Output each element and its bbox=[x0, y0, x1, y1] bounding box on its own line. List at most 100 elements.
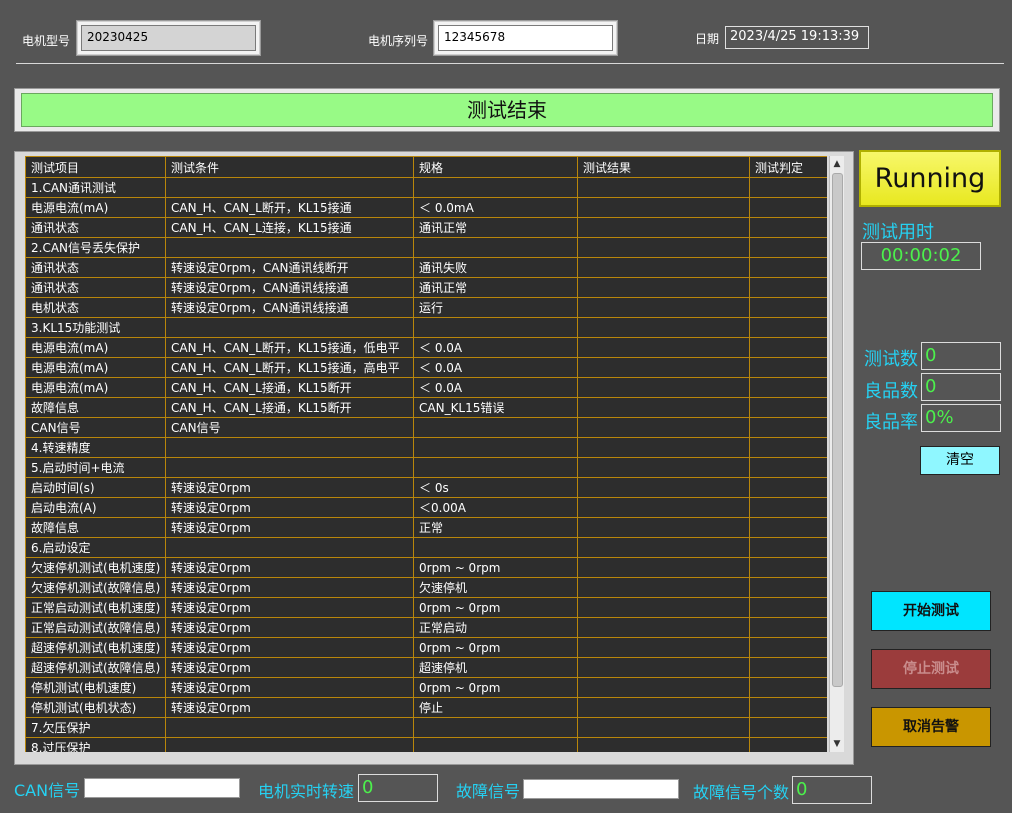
cell-result bbox=[577, 357, 750, 378]
motor-serial-input[interactable]: 12345678 bbox=[438, 25, 613, 51]
cell-condition: CAN_H、CAN_L连接，KL15接通 bbox=[165, 217, 414, 238]
cell-condition: CAN_H、CAN_L断开，KL15接通 bbox=[165, 197, 414, 218]
cell-verdict bbox=[749, 257, 827, 278]
table-row: 故障信息 转速设定0rpm 正常 bbox=[25, 517, 827, 538]
table-row: 正常启动测试(电机速度) 转速设定0rpm 0rpm ~ 0rpm bbox=[25, 597, 827, 618]
table-scrollbar[interactable]: ▲ ▼ bbox=[829, 156, 844, 752]
cell-condition bbox=[165, 437, 414, 458]
scroll-down-icon[interactable]: ▼ bbox=[830, 737, 844, 751]
cell-verdict bbox=[749, 657, 827, 678]
cell-verdict bbox=[749, 737, 827, 752]
cell-item: 4.转速精度 bbox=[25, 437, 166, 458]
scroll-up-icon[interactable]: ▲ bbox=[830, 157, 844, 171]
motor-serial-field-frame: 12345678 bbox=[433, 20, 618, 56]
column-header-spec: 规格 bbox=[413, 156, 578, 178]
date-display: 2023/4/25 19:13:39 bbox=[725, 26, 869, 49]
cell-verdict bbox=[749, 277, 827, 298]
realtime-speed-label: 电机实时转速 bbox=[258, 782, 355, 801]
cell-result bbox=[577, 557, 750, 578]
cell-result bbox=[577, 297, 750, 318]
cell-condition bbox=[165, 457, 414, 478]
clear-button[interactable]: 清空 bbox=[920, 446, 1000, 475]
cell-spec: CAN_KL15错误 bbox=[413, 397, 578, 418]
cell-verdict bbox=[749, 197, 827, 218]
cell-condition: 转速设定0rpm bbox=[165, 477, 414, 498]
cell-spec: 停止 bbox=[413, 697, 578, 718]
cell-verdict bbox=[749, 637, 827, 658]
cell-spec bbox=[413, 437, 578, 458]
cell-item: 通讯状态 bbox=[25, 277, 166, 298]
cell-spec: 运行 bbox=[413, 297, 578, 318]
cell-item: 电源电流(mA) bbox=[25, 357, 166, 378]
cell-spec: 通讯正常 bbox=[413, 277, 578, 298]
cell-item: 6.启动设定 bbox=[25, 537, 166, 558]
stop-test-button[interactable]: 停止测试 bbox=[871, 649, 991, 689]
cell-result bbox=[577, 577, 750, 598]
table-row: 通讯状态 转速设定0rpm，CAN通讯线断开 通讯失败 bbox=[25, 257, 827, 278]
cell-spec: 超速停机 bbox=[413, 657, 578, 678]
cell-item: 8.过压保护 bbox=[25, 737, 166, 752]
cell-condition bbox=[165, 737, 414, 752]
cell-verdict bbox=[749, 457, 827, 478]
cell-verdict bbox=[749, 177, 827, 198]
cell-spec: ＜0.00A bbox=[413, 497, 578, 518]
cell-item: 电源电流(mA) bbox=[25, 377, 166, 398]
table-row: 欠速停机测试(电机速度) 转速设定0rpm 0rpm ~ 0rpm bbox=[25, 557, 827, 578]
cell-item: 2.CAN信号丢失保护 bbox=[25, 237, 166, 258]
cell-item: 电机状态 bbox=[25, 297, 166, 318]
cell-condition: 转速设定0rpm bbox=[165, 637, 414, 658]
motor-model-input[interactable]: 20230425 bbox=[81, 25, 256, 51]
table-row: 6.启动设定 bbox=[25, 537, 827, 558]
cell-item: CAN信号 bbox=[25, 417, 166, 438]
column-header-item: 测试项目 bbox=[25, 156, 166, 178]
cancel-alarm-button[interactable]: 取消告警 bbox=[871, 707, 991, 747]
table-row: 1.CAN通讯测试 bbox=[25, 177, 827, 198]
cell-result bbox=[577, 397, 750, 418]
column-header-verdict: 测试判定 bbox=[749, 156, 827, 178]
cell-condition: CAN信号 bbox=[165, 417, 414, 438]
cell-item: 电源电流(mA) bbox=[25, 197, 166, 218]
cell-result bbox=[577, 737, 750, 752]
table-row: 5.启动时间+电流 bbox=[25, 457, 827, 478]
cell-result bbox=[577, 597, 750, 618]
cell-spec bbox=[413, 737, 578, 752]
cell-spec: ＜ 0s bbox=[413, 477, 578, 498]
fault-count-display: 0 bbox=[792, 776, 872, 804]
table-row: 8.过压保护 bbox=[25, 737, 827, 752]
cell-item: 故障信息 bbox=[25, 517, 166, 538]
elapsed-time-label: 测试用时 bbox=[862, 222, 934, 243]
cell-result bbox=[577, 617, 750, 638]
cell-result bbox=[577, 477, 750, 498]
table-row: 电源电流(mA) CAN_H、CAN_L断开，KL15接通，高电平 ＜ 0.0A bbox=[25, 357, 827, 378]
column-header-condition: 测试条件 bbox=[165, 156, 414, 178]
cell-spec bbox=[413, 417, 578, 438]
cell-spec bbox=[413, 457, 578, 478]
cell-condition bbox=[165, 717, 414, 738]
scroll-thumb[interactable] bbox=[832, 173, 843, 687]
table-row: 欠速停机测试(故障信息) 转速设定0rpm 欠速停机 bbox=[25, 577, 827, 598]
cell-result bbox=[577, 717, 750, 738]
cell-result bbox=[577, 377, 750, 398]
cell-verdict bbox=[749, 437, 827, 458]
good-count-display: 0 bbox=[921, 373, 1001, 401]
cell-item: 超速停机测试(故障信息) bbox=[25, 657, 166, 678]
table-row: 启动电流(A) 转速设定0rpm ＜0.00A bbox=[25, 497, 827, 518]
cell-spec: 正常启动 bbox=[413, 617, 578, 638]
cell-verdict bbox=[749, 557, 827, 578]
cell-result bbox=[577, 197, 750, 218]
table-row: 电源电流(mA) CAN_H、CAN_L断开，KL15接通 ＜ 0.0mA bbox=[25, 197, 827, 218]
cell-item: 启动时间(s) bbox=[25, 477, 166, 498]
cell-condition: CAN_H、CAN_L断开，KL15接通，高电平 bbox=[165, 357, 414, 378]
good-count-label: 良品数 bbox=[864, 381, 918, 402]
cell-condition: 转速设定0rpm bbox=[165, 557, 414, 578]
can-signal-label: CAN信号 bbox=[14, 781, 81, 800]
cell-verdict bbox=[749, 677, 827, 698]
cell-spec bbox=[413, 537, 578, 558]
start-test-button[interactable]: 开始测试 bbox=[871, 591, 991, 631]
cell-item: 1.CAN通讯测试 bbox=[25, 177, 166, 198]
cell-result bbox=[577, 337, 750, 358]
cell-item: 停机测试(电机速度) bbox=[25, 677, 166, 698]
cell-verdict bbox=[749, 497, 827, 518]
cell-result bbox=[577, 317, 750, 338]
cell-verdict bbox=[749, 517, 827, 538]
